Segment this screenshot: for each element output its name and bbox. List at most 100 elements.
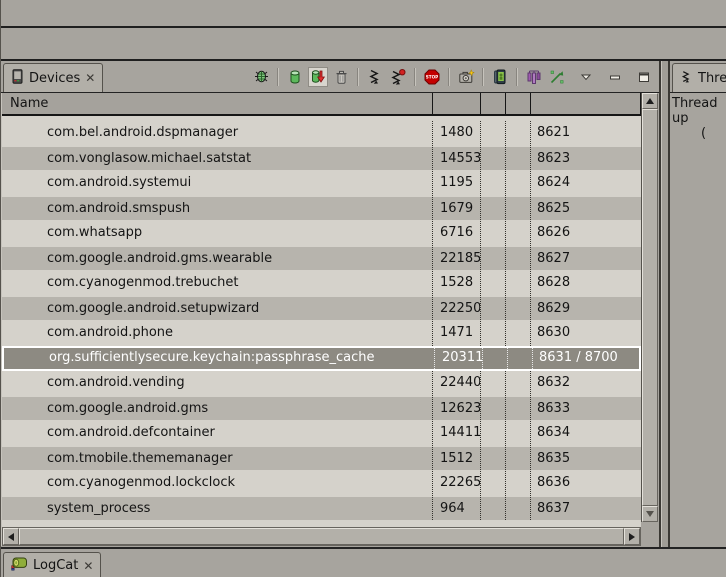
process-name: com.tmobile.thememanager <box>2 447 432 470</box>
menu-item[interactable] <box>38 10 56 16</box>
process-pid: 12623 <box>432 397 480 420</box>
process-col-4 <box>505 497 530 520</box>
process-row[interactable]: org.sufficientlysecure.keychain:passphra… <box>2 346 641 371</box>
process-name: com.google.android.setupwizard <box>2 297 432 320</box>
horizontal-scrollbar-row <box>2 527 641 546</box>
process-pid: 1528 <box>432 271 480 296</box>
process-pid: 1471 <box>432 321 480 346</box>
scroll-down-button[interactable] <box>642 506 658 522</box>
process-row[interactable]: com.cyanogenmod.lockclock 22265 8636 <box>2 471 641 496</box>
process-row[interactable]: com.whatsapp 6716 8626 <box>2 221 641 246</box>
toolbar-separator <box>277 68 279 86</box>
process-col-3 <box>480 197 505 220</box>
tab-logcat-label: LogCat <box>33 558 78 573</box>
process-port: 8632 <box>530 371 641 396</box>
pane-sash[interactable] <box>661 61 668 547</box>
threads-view: Threads Thread up ( <box>668 61 726 547</box>
process-name: com.whatsapp <box>2 221 432 246</box>
dump-hprof-icon[interactable] <box>308 67 328 87</box>
scroll-up-button[interactable] <box>642 93 658 109</box>
threads-tabbar: Threads <box>670 61 726 93</box>
column-header-pid[interactable] <box>432 93 480 114</box>
threads-message-line1: Thread up <box>672 96 726 126</box>
logcat-view-bar: LogCat ✕ <box>1 547 726 577</box>
column-header-3[interactable] <box>505 93 530 114</box>
process-row[interactable]: com.android.vending 22440 8632 <box>2 371 641 396</box>
column-header-name[interactable]: Name <box>2 93 432 114</box>
process-pid: 1512 <box>432 447 480 470</box>
process-row[interactable]: com.android.phone 1471 8630 <box>2 321 641 346</box>
minimize-icon[interactable] <box>605 67 625 87</box>
devices-view: Devices ✕ <box>1 61 661 547</box>
view-menu-chevron-icon[interactable] <box>576 67 596 87</box>
process-list: com.bel.android.dspmanager 1480 8621 com… <box>2 116 641 527</box>
vertical-scroll-thumb[interactable] <box>642 109 658 506</box>
process-row[interactable]: com.android.systemui 1195 8624 <box>2 171 641 196</box>
horizontal-scroll-thumb[interactable] <box>19 528 624 545</box>
tab-logcat[interactable]: LogCat ✕ <box>3 552 101 577</box>
column-header-port[interactable] <box>530 93 641 114</box>
process-row[interactable]: com.google.android.setupwizard 22250 862… <box>2 296 641 321</box>
start-method-profiling-icon[interactable] <box>388 67 408 87</box>
process-name: com.cyanogenmod.trebuchet <box>2 271 432 296</box>
maximize-icon[interactable] <box>634 67 654 87</box>
process-pid: 22250 <box>432 297 480 320</box>
devices-table-area: Name com.bel.android.dspmanager 1480 <box>1 93 659 546</box>
process-col-3 <box>480 297 505 320</box>
process-col-3 <box>480 397 505 420</box>
close-icon[interactable]: ✕ <box>83 560 93 572</box>
stop-process-icon[interactable]: STOP <box>422 67 442 87</box>
device-screen-icon[interactable] <box>490 67 510 87</box>
process-col-4 <box>505 247 530 270</box>
process-col-4 <box>505 221 530 246</box>
process-port: 8636 <box>530 471 641 496</box>
toolbar-separator <box>516 68 518 86</box>
scroll-left-button[interactable] <box>3 528 19 545</box>
process-port: 8625 <box>530 197 641 220</box>
screen-capture-camera-icon[interactable] <box>456 67 476 87</box>
tab-devices[interactable]: Devices ✕ <box>3 63 103 92</box>
tab-threads[interactable]: Threads <box>672 63 726 92</box>
process-row[interactable]: com.tmobile.thememanager 1512 8635 <box>2 446 641 471</box>
process-name: org.sufficientlysecure.keychain:passphra… <box>4 348 434 369</box>
column-header-2[interactable] <box>480 93 505 114</box>
menu-item[interactable] <box>20 10 38 16</box>
process-row[interactable]: system_process 964 8637 <box>2 496 641 521</box>
process-port: 8630 <box>530 321 641 346</box>
close-icon[interactable]: ✕ <box>85 72 95 84</box>
process-row[interactable]: com.vonglasow.michael.satstat 14553 8623 <box>2 146 641 171</box>
update-threads-icon[interactable] <box>365 67 385 87</box>
process-col-3 <box>480 471 505 496</box>
process-col-4 <box>505 121 530 146</box>
process-row[interactable]: com.android.smspush 1679 8625 <box>2 196 641 221</box>
process-row[interactable]: com.android.defcontainer 14411 8634 <box>2 421 641 446</box>
process-row[interactable]: com.cyanogenmod.trebuchet 1528 8628 <box>2 271 641 296</box>
process-pid: 22440 <box>432 371 480 396</box>
ddms-window: Devices ✕ <box>0 0 726 577</box>
process-col-4 <box>505 447 530 470</box>
scroll-right-button[interactable] <box>624 528 640 545</box>
process-row[interactable]: com.google.android.gms 12623 8633 <box>2 396 641 421</box>
process-col-4 <box>505 197 530 220</box>
process-col-3 <box>482 348 507 369</box>
vertical-scrollbar <box>641 93 658 522</box>
process-row[interactable]: com.google.android.gms.wearable 22185 86… <box>2 246 641 271</box>
process-row[interactable]: com.bel.android.dspmanager 1480 8621 <box>2 121 641 146</box>
process-table: Name com.bel.android.dspmanager 1480 <box>1 93 641 546</box>
start-opengl-trace-icon[interactable] <box>547 67 567 87</box>
scroll-up-icon <box>646 98 654 104</box>
process-port: 8623 <box>530 147 641 170</box>
menu-item[interactable] <box>2 10 20 16</box>
update-heap-icon[interactable] <box>285 67 305 87</box>
process-name: com.android.smspush <box>2 197 432 220</box>
process-col-3 <box>480 221 505 246</box>
capture-view-hierarchy-icon[interactable] <box>524 67 544 87</box>
scroll-right-icon <box>629 533 635 541</box>
process-col-4 <box>505 421 530 446</box>
debug-bug-icon[interactable] <box>251 67 271 87</box>
threads-icon <box>680 69 693 88</box>
cause-gc-trash-icon[interactable] <box>331 67 351 87</box>
menu-item[interactable] <box>74 10 92 16</box>
process-col-3 <box>480 447 505 470</box>
menu-item[interactable] <box>56 10 74 16</box>
